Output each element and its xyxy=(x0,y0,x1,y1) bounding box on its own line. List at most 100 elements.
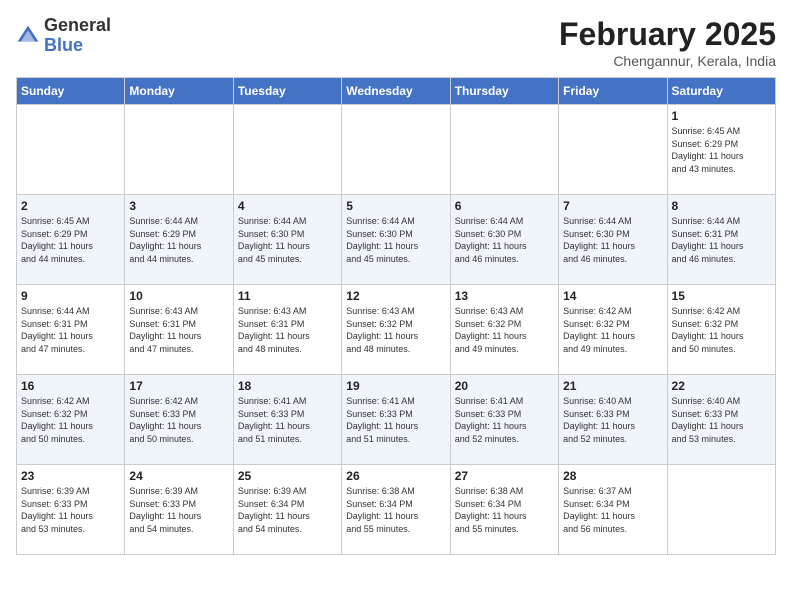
day-number: 7 xyxy=(563,199,662,213)
day-info: Sunrise: 6:45 AM Sunset: 6:29 PM Dayligh… xyxy=(672,125,771,175)
calendar-cell: 18 Sunrise: 6:41 AM Sunset: 6:33 PM Dayli… xyxy=(233,375,341,465)
calendar-cell: 8 Sunrise: 6:44 AM Sunset: 6:31 PM Daylig… xyxy=(667,195,775,285)
logo-text: General Blue xyxy=(44,16,111,56)
calendar-cell: 25 Sunrise: 6:39 AM Sunset: 6:34 PM Dayli… xyxy=(233,465,341,555)
day-number: 2 xyxy=(21,199,120,213)
day-number: 28 xyxy=(563,469,662,483)
day-info: Sunrise: 6:44 AM Sunset: 6:30 PM Dayligh… xyxy=(563,215,662,265)
day-info: Sunrise: 6:42 AM Sunset: 6:32 PM Dayligh… xyxy=(672,305,771,355)
day-number: 9 xyxy=(21,289,120,303)
calendar-cell: 24 Sunrise: 6:39 AM Sunset: 6:33 PM Dayli… xyxy=(125,465,233,555)
day-info: Sunrise: 6:39 AM Sunset: 6:33 PM Dayligh… xyxy=(129,485,228,535)
logo-icon xyxy=(16,24,40,48)
day-number: 22 xyxy=(672,379,771,393)
day-number: 18 xyxy=(238,379,337,393)
calendar-cell: 6 Sunrise: 6:44 AM Sunset: 6:30 PM Daylig… xyxy=(450,195,558,285)
day-info: Sunrise: 6:43 AM Sunset: 6:32 PM Dayligh… xyxy=(346,305,445,355)
header-day-tuesday: Tuesday xyxy=(233,78,341,105)
day-number: 1 xyxy=(672,109,771,123)
day-info: Sunrise: 6:44 AM Sunset: 6:31 PM Dayligh… xyxy=(21,305,120,355)
calendar-cell: 16 Sunrise: 6:42 AM Sunset: 6:32 PM Dayli… xyxy=(17,375,125,465)
day-number: 24 xyxy=(129,469,228,483)
day-number: 21 xyxy=(563,379,662,393)
calendar-cell: 17Sunrise: 6:42 AM Sunset: 6:33 PM Dayli… xyxy=(125,375,233,465)
day-number: 16 xyxy=(21,379,120,393)
calendar-cell: 26 Sunrise: 6:38 AM Sunset: 6:34 PM Dayli… xyxy=(342,465,450,555)
calendar-cell: 20 Sunrise: 6:41 AM Sunset: 6:33 PM Dayli… xyxy=(450,375,558,465)
header-day-saturday: Saturday xyxy=(667,78,775,105)
calendar-cell: 23 Sunrise: 6:39 AM Sunset: 6:33 PM Dayli… xyxy=(17,465,125,555)
day-info: Sunrise: 6:43 AM Sunset: 6:31 PM Dayligh… xyxy=(238,305,337,355)
calendar-cell: 11 Sunrise: 6:43 AM Sunset: 6:31 PM Dayli… xyxy=(233,285,341,375)
calendar-cell: 15 Sunrise: 6:42 AM Sunset: 6:32 PM Dayli… xyxy=(667,285,775,375)
page-header: General Blue February 2025 Chengannur, K… xyxy=(16,16,776,69)
day-info: Sunrise: 6:37 AM Sunset: 6:34 PM Dayligh… xyxy=(563,485,662,535)
day-number: 3 xyxy=(129,199,228,213)
logo-general: General xyxy=(44,15,111,35)
calendar-cell: 1 Sunrise: 6:45 AM Sunset: 6:29 PM Daylig… xyxy=(667,105,775,195)
day-info: Sunrise: 6:38 AM Sunset: 6:34 PM Dayligh… xyxy=(455,485,554,535)
day-info: Sunrise: 6:44 AM Sunset: 6:31 PM Dayligh… xyxy=(672,215,771,265)
day-info: Sunrise: 6:44 AM Sunset: 6:30 PM Dayligh… xyxy=(346,215,445,265)
calendar-cell: 5 Sunrise: 6:44 AM Sunset: 6:30 PM Daylig… xyxy=(342,195,450,285)
day-number: 15 xyxy=(672,289,771,303)
day-info: Sunrise: 6:44 AM Sunset: 6:29 PM Dayligh… xyxy=(129,215,228,265)
day-info: Sunrise: 6:43 AM Sunset: 6:31 PM Dayligh… xyxy=(129,305,228,355)
day-number: 14 xyxy=(563,289,662,303)
calendar-cell xyxy=(17,105,125,195)
header-day-thursday: Thursday xyxy=(450,78,558,105)
day-info: Sunrise: 6:41 AM Sunset: 6:33 PM Dayligh… xyxy=(455,395,554,445)
calendar-cell: 27 Sunrise: 6:38 AM Sunset: 6:34 PM Dayli… xyxy=(450,465,558,555)
day-number: 19 xyxy=(346,379,445,393)
day-info: Sunrise: 6:38 AM Sunset: 6:34 PM Dayligh… xyxy=(346,485,445,535)
calendar-cell: 28 Sunrise: 6:37 AM Sunset: 6:34 PM Dayli… xyxy=(559,465,667,555)
logo: General Blue xyxy=(16,16,111,56)
day-info: Sunrise: 6:39 AM Sunset: 6:34 PM Dayligh… xyxy=(238,485,337,535)
day-info: Sunrise: 6:42 AM Sunset: 6:32 PM Dayligh… xyxy=(563,305,662,355)
week-row-5: 23 Sunrise: 6:39 AM Sunset: 6:33 PM Dayli… xyxy=(17,465,776,555)
day-number: 4 xyxy=(238,199,337,213)
day-number: 5 xyxy=(346,199,445,213)
day-info: Sunrise: 6:41 AM Sunset: 6:33 PM Dayligh… xyxy=(238,395,337,445)
day-info: Sunrise: 6:42 AM Sunset: 6:32 PM Dayligh… xyxy=(21,395,120,445)
day-number: 27 xyxy=(455,469,554,483)
week-row-3: 9 Sunrise: 6:44 AM Sunset: 6:31 PM Daylig… xyxy=(17,285,776,375)
calendar-cell xyxy=(233,105,341,195)
calendar-cell: 22 Sunrise: 6:40 AM Sunset: 6:33 PM Dayli… xyxy=(667,375,775,465)
day-number: 25 xyxy=(238,469,337,483)
day-info: Sunrise: 6:39 AM Sunset: 6:33 PM Dayligh… xyxy=(21,485,120,535)
calendar-cell: 12 Sunrise: 6:43 AM Sunset: 6:32 PM Dayli… xyxy=(342,285,450,375)
calendar-cell xyxy=(125,105,233,195)
calendar-cell xyxy=(342,105,450,195)
day-info: Sunrise: 6:41 AM Sunset: 6:33 PM Dayligh… xyxy=(346,395,445,445)
title-block: February 2025 Chengannur, Kerala, India xyxy=(559,16,776,69)
day-info: Sunrise: 6:40 AM Sunset: 6:33 PM Dayligh… xyxy=(672,395,771,445)
day-number: 8 xyxy=(672,199,771,213)
header-day-sunday: Sunday xyxy=(17,78,125,105)
day-number: 11 xyxy=(238,289,337,303)
day-info: Sunrise: 6:40 AM Sunset: 6:33 PM Dayligh… xyxy=(563,395,662,445)
day-number: 13 xyxy=(455,289,554,303)
calendar-cell: 2 Sunrise: 6:45 AM Sunset: 6:29 PM Daylig… xyxy=(17,195,125,285)
header-day-monday: Monday xyxy=(125,78,233,105)
week-row-4: 16 Sunrise: 6:42 AM Sunset: 6:32 PM Dayli… xyxy=(17,375,776,465)
calendar-cell: 19 Sunrise: 6:41 AM Sunset: 6:33 PM Dayli… xyxy=(342,375,450,465)
day-number: 23 xyxy=(21,469,120,483)
header-day-wednesday: Wednesday xyxy=(342,78,450,105)
week-row-2: 2 Sunrise: 6:45 AM Sunset: 6:29 PM Daylig… xyxy=(17,195,776,285)
calendar-cell xyxy=(559,105,667,195)
day-info: Sunrise: 6:45 AM Sunset: 6:29 PM Dayligh… xyxy=(21,215,120,265)
day-number: 26 xyxy=(346,469,445,483)
calendar-cell: 21 Sunrise: 6:40 AM Sunset: 6:33 PM Dayli… xyxy=(559,375,667,465)
day-number: 17 xyxy=(129,379,228,393)
day-number: 6 xyxy=(455,199,554,213)
day-number: 20 xyxy=(455,379,554,393)
day-info: Sunrise: 6:44 AM Sunset: 6:30 PM Dayligh… xyxy=(455,215,554,265)
calendar-cell: 3 Sunrise: 6:44 AM Sunset: 6:29 PM Daylig… xyxy=(125,195,233,285)
day-number: 12 xyxy=(346,289,445,303)
calendar-cell: 14 Sunrise: 6:42 AM Sunset: 6:32 PM Dayli… xyxy=(559,285,667,375)
month-title: February 2025 xyxy=(559,16,776,53)
calendar-cell: 9 Sunrise: 6:44 AM Sunset: 6:31 PM Daylig… xyxy=(17,285,125,375)
calendar-cell: 7 Sunrise: 6:44 AM Sunset: 6:30 PM Daylig… xyxy=(559,195,667,285)
header-row: SundayMondayTuesdayWednesdayThursdayFrid… xyxy=(17,78,776,105)
